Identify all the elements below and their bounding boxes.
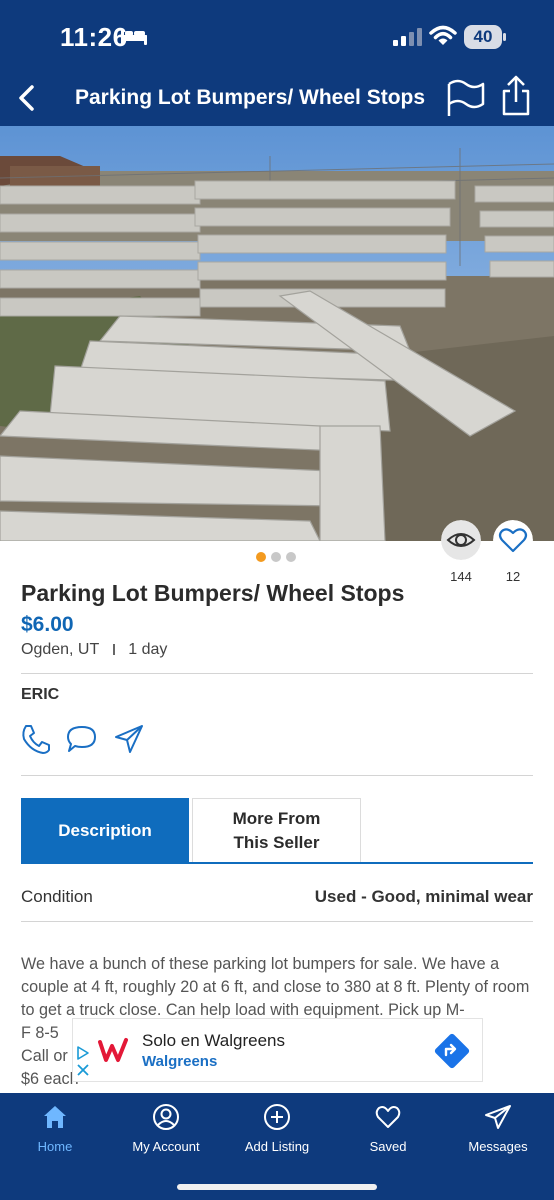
meta-divider bbox=[113, 644, 115, 655]
nav-title: Parking Lot Bumpers/ Wheel Stops bbox=[75, 86, 425, 110]
battery-icon: 40 bbox=[464, 25, 506, 49]
description-text-3: Call or bbox=[21, 1047, 68, 1065]
description-text-4: $6 each bbox=[21, 1070, 79, 1088]
directions-arrow-icon[interactable] bbox=[434, 1033, 470, 1069]
ad-banner[interactable]: Solo en Walgreens Walgreens bbox=[72, 1018, 483, 1082]
nav-bar: Parking Lot Bumpers/ Wheel Stops bbox=[0, 70, 554, 126]
battery-level: 40 bbox=[464, 25, 502, 49]
chat-bubble-icon[interactable] bbox=[65, 722, 99, 756]
listing-meta: Ogden, UT 1 day bbox=[21, 641, 167, 659]
divider bbox=[21, 673, 533, 674]
listing-title: Parking Lot Bumpers/ Wheel Stops bbox=[21, 580, 404, 607]
listing-price: $6.00 bbox=[21, 613, 74, 637]
views-count: 144 bbox=[439, 569, 483, 584]
nav-add-listing[interactable]: Add Listing bbox=[222, 1101, 332, 1161]
condition-label: Condition bbox=[21, 887, 93, 907]
description-text: We have a bunch of these parking lot bum… bbox=[21, 955, 529, 1019]
share-button[interactable] bbox=[498, 74, 534, 118]
seller-name: ERIC bbox=[21, 686, 59, 704]
sleep-focus-icon bbox=[121, 29, 147, 45]
cellular-signal-icon bbox=[392, 27, 422, 47]
wifi-icon bbox=[429, 25, 457, 47]
ad-brand: Walgreens bbox=[142, 1053, 217, 1070]
home-indicator bbox=[177, 1184, 377, 1190]
adchoices-icon[interactable] bbox=[76, 1045, 90, 1077]
heart-icon bbox=[374, 1103, 402, 1131]
divider bbox=[21, 921, 533, 922]
tab-more-from-seller[interactable]: More From This Seller bbox=[192, 798, 361, 864]
status-time: 11:26 bbox=[60, 22, 128, 53]
nav-saved-label: Saved bbox=[333, 1139, 443, 1154]
eye-icon bbox=[441, 520, 481, 560]
listing-location: Ogden, UT bbox=[21, 641, 99, 658]
home-icon bbox=[41, 1103, 69, 1131]
listing-photo[interactable] bbox=[0, 126, 554, 541]
divider bbox=[21, 775, 533, 776]
status-bar: 11:26 40 bbox=[0, 0, 554, 70]
send-icon[interactable] bbox=[112, 722, 146, 756]
heart-icon[interactable] bbox=[493, 520, 533, 560]
nav-messages-label: Messages bbox=[443, 1139, 553, 1154]
listing-age: 1 day bbox=[128, 641, 167, 658]
gallery-dot[interactable] bbox=[271, 552, 281, 562]
nav-my-account-label: My Account bbox=[111, 1139, 221, 1154]
nav-my-account[interactable]: My Account bbox=[111, 1101, 221, 1161]
likes-stat[interactable]: 12 bbox=[491, 520, 535, 584]
paper-plane-icon bbox=[484, 1103, 512, 1131]
nav-home-label: Home bbox=[0, 1139, 110, 1154]
gallery-dot[interactable] bbox=[286, 552, 296, 562]
likes-count: 12 bbox=[491, 569, 535, 584]
tab-underline bbox=[21, 862, 533, 864]
plus-circle-icon bbox=[263, 1103, 291, 1131]
ad-headline: Solo en Walgreens bbox=[142, 1031, 285, 1051]
nav-add-listing-label: Add Listing bbox=[222, 1139, 332, 1154]
top-bar: 11:26 40 Parking Lot Bumpers/ Wheel bbox=[0, 0, 554, 126]
tab-more-from-seller-label: More From This Seller bbox=[217, 807, 337, 855]
nav-home[interactable]: Home bbox=[0, 1101, 110, 1161]
tab-description[interactable]: Description bbox=[21, 798, 189, 864]
gallery-dot[interactable] bbox=[256, 552, 266, 562]
back-button[interactable] bbox=[10, 78, 44, 118]
nav-messages[interactable]: Messages bbox=[443, 1101, 553, 1161]
nav-saved[interactable]: Saved bbox=[333, 1101, 443, 1161]
report-flag-button[interactable] bbox=[445, 78, 487, 118]
walgreens-logo bbox=[97, 1033, 131, 1067]
user-icon bbox=[152, 1103, 180, 1131]
listing-tabs: Description More From This Seller bbox=[21, 798, 533, 864]
phone-icon[interactable] bbox=[19, 722, 53, 756]
condition-value: Used - Good, minimal wear bbox=[315, 887, 533, 907]
views-stat: 144 bbox=[439, 520, 483, 584]
description-text-2: F 8-5 bbox=[21, 1024, 59, 1042]
